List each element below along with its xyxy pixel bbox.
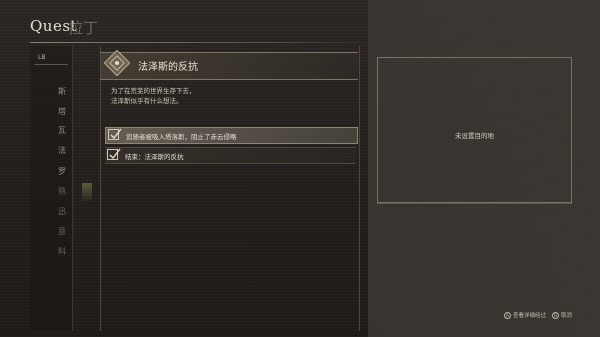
sidebar-item-5[interactable]: 熟 bbox=[56, 186, 68, 197]
selection-marker bbox=[82, 183, 92, 201]
sidebar-item-1[interactable]: 塔 bbox=[56, 106, 68, 117]
sidebar-item-6[interactable]: 迅 bbox=[56, 206, 68, 217]
details-hint-label: 查看详细经过 bbox=[512, 313, 546, 319]
quest-step-text: 结束：法泽斯的反抗 bbox=[125, 153, 184, 161]
destination-label: 未设置目的地 bbox=[455, 132, 494, 140]
a-button-icon: A bbox=[503, 312, 511, 319]
check-icon bbox=[107, 148, 121, 160]
quest-description: 为了在荒芜的世界生存下去， 法泽斯似乎有什么想法。 bbox=[111, 86, 331, 106]
ghost-tab-label: 拉丁 bbox=[68, 19, 99, 37]
header-divider bbox=[30, 42, 368, 43]
quest-seal-icon bbox=[104, 50, 130, 76]
quest-description-line-2: 法泽斯似乎有什么想法。 bbox=[111, 97, 183, 105]
check-icon bbox=[108, 128, 122, 140]
sidebar-item-3[interactable]: 法 bbox=[56, 145, 68, 156]
b-button-icon: B bbox=[551, 312, 559, 319]
sidebar-divider bbox=[34, 64, 68, 65]
cancel-hint[interactable]: B 取消 bbox=[551, 311, 572, 319]
sidebar-item-2[interactable]: 瓦 bbox=[56, 125, 68, 136]
destination-panel-divider bbox=[377, 203, 572, 204]
quest-description-line-1: 为了在荒芜的世界生存下去， bbox=[111, 87, 196, 95]
sidebar-item-4[interactable]: 罗 bbox=[56, 166, 68, 177]
destination-panel: 未设置目的地 bbox=[377, 57, 572, 203]
lb-bumper-label: LB bbox=[38, 54, 46, 61]
sidebar-item-0[interactable]: 斯 bbox=[56, 86, 68, 97]
quest-step-done[interactable]: 结束：法泽斯的反抗 bbox=[105, 147, 356, 164]
sidebar-item-7[interactable]: 意 bbox=[56, 226, 68, 237]
quest-title: 法泽斯的反抗 bbox=[138, 62, 198, 73]
quest-step-text: 追随者被吸入塔洛斯，阻止了赤云侵略 bbox=[126, 133, 237, 141]
quest-step-active[interactable]: 追随者被吸入塔洛斯，阻止了赤云侵略 bbox=[105, 127, 358, 144]
sidebar-item-8[interactable]: 科 bbox=[56, 246, 68, 257]
cancel-hint-label: 取消 bbox=[560, 313, 572, 319]
details-hint[interactable]: A 查看详细经过 bbox=[503, 311, 546, 319]
button-hints: A 查看详细经过 B 取消 bbox=[503, 311, 572, 319]
